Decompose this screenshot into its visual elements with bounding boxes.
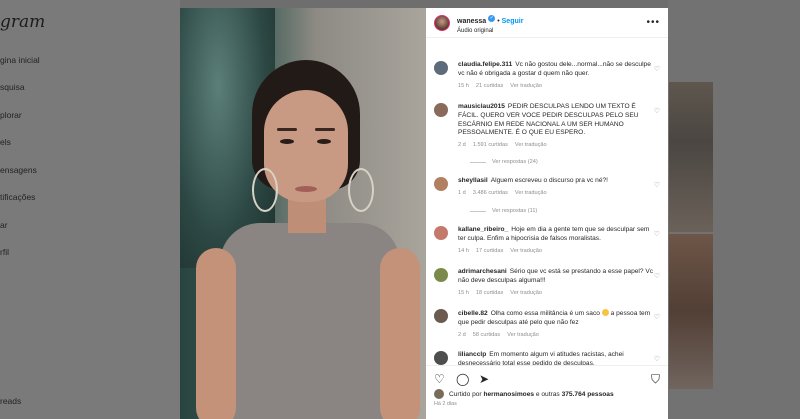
nav-search[interactable]: squisa [0, 82, 25, 92]
author-username[interactable]: wanessa [457, 18, 486, 25]
likes-count[interactable]: 375.764 pessoas [562, 391, 614, 398]
comment: claudia.felipe.311 Vc não gostou dele...n… [434, 61, 660, 90]
comment-time: 15 h [458, 82, 469, 89]
comment-likes[interactable]: 18 curtidas [476, 290, 503, 296]
bookmark-icon[interactable]: ⛉ [651, 372, 660, 387]
comment: sheyllasil Alguem escreveu o discurso pra… [434, 177, 660, 198]
gray-top [220, 223, 400, 419]
comments-panel: wanessa ✓ • Seguir Áudio original ••• claud… [426, 8, 668, 419]
translate-link[interactable]: Ver tradução [510, 248, 542, 254]
translate-link[interactable]: Ver tradução [510, 83, 542, 89]
liked-by-mid: e outras [535, 390, 560, 398]
earring [348, 168, 374, 212]
heart-icon[interactable]: ♡ [434, 372, 445, 386]
avatar[interactable] [434, 61, 448, 75]
liker-avatar[interactable] [434, 389, 444, 399]
comment: liliancclp Em momento algum vi atitudes r… [434, 351, 660, 365]
nav-explore[interactable]: plorar [0, 110, 22, 120]
separator-dot: • [497, 17, 500, 25]
avatar[interactable] [434, 226, 448, 240]
comment-username[interactable]: cibelle.82 [458, 310, 488, 317]
face-emoji-icon [601, 309, 609, 316]
like-comment-icon[interactable]: ♡ [654, 181, 660, 189]
post-actions: ♡ ◯ ➤ ⛉ Curtido por hermanosimoes e outr… [426, 365, 668, 419]
like-comment-icon[interactable]: ♡ [654, 230, 660, 238]
comment-time: 2 d [458, 142, 466, 149]
liked-by: Curtido por hermanosimoes e outras 375.7… [434, 389, 614, 399]
avatar[interactable] [434, 309, 448, 323]
earring [252, 168, 278, 212]
view-replies-button[interactable]: Ver respostas (11) [470, 208, 537, 214]
background-thumbnail[interactable] [669, 234, 713, 389]
comment-time: 2 d [458, 331, 466, 338]
translate-link[interactable]: Ver tradução [515, 190, 547, 196]
nav-reels[interactable]: els [0, 137, 11, 147]
translate-link[interactable]: Ver tradução [507, 332, 539, 338]
comment-likes[interactable]: 58 curtidas [473, 332, 500, 338]
nav-create[interactable]: ar [0, 220, 8, 230]
avatar[interactable] [434, 103, 448, 117]
comment-likes[interactable]: 21 curtidas [476, 83, 503, 89]
comment-icon[interactable]: ◯ [456, 372, 469, 386]
background-sidebar: gram gina inicial squisa plorar els ensa… [0, 0, 180, 419]
like-comment-icon[interactable]: ♡ [654, 355, 660, 363]
comment-username[interactable]: mausiclau2015 [458, 103, 505, 110]
view-replies-label: Ver respostas (11) [492, 208, 538, 214]
nav-home[interactable]: gina inicial [0, 55, 40, 65]
comment-likes[interactable]: 1.591 curtidas [473, 142, 508, 148]
view-replies-button[interactable]: Ver respostas (24) [470, 159, 538, 165]
audio-link[interactable]: Áudio original [457, 28, 523, 35]
comment: adrimarchesani Sério que vc está se prest… [434, 268, 660, 297]
comment-likes[interactable]: 17 curtidas [476, 248, 503, 254]
comment-username[interactable]: kallane_ribeiro_ [458, 226, 508, 233]
comment: kallane_ribeiro_ Hoje em dia a gente tem … [434, 226, 660, 255]
like-comment-icon[interactable]: ♡ [654, 107, 660, 115]
nav-profile[interactable]: rfil [0, 247, 9, 257]
more-options-icon[interactable]: ••• [646, 17, 660, 28]
instagram-logo: gram [0, 12, 46, 32]
comment: cibelle.82 Olha como essa militância é um… [434, 309, 660, 339]
comment-time: 1 d [458, 189, 466, 196]
translate-link[interactable]: Ver tradução [515, 142, 547, 148]
follow-button[interactable]: Seguir [502, 18, 524, 25]
post-header: wanessa ✓ • Seguir Áudio original ••• [426, 8, 668, 38]
comment-text: Olha como essa militância é um saco [490, 310, 600, 317]
author-avatar[interactable] [434, 14, 450, 31]
comment: mausiclau2015 PEDIR DESCULPAS LENDO UM TE… [434, 103, 660, 150]
avatar[interactable] [434, 268, 448, 282]
comment-likes[interactable]: 3.486 curtidas [473, 190, 508, 196]
post-modal: wanessa ✓ • Seguir Áudio original ••• claud… [180, 8, 668, 419]
like-comment-icon[interactable]: ♡ [654, 65, 660, 73]
comment-time: 15 h [458, 289, 469, 296]
verified-icon: ✓ [488, 15, 496, 23]
nav-notifications[interactable]: tificações [0, 192, 35, 202]
like-comment-icon[interactable]: ♡ [654, 272, 660, 280]
avatar[interactable] [434, 351, 448, 365]
nav-threads[interactable]: reads [0, 396, 21, 406]
background-thumbnail[interactable] [669, 82, 713, 232]
comment-username[interactable]: sheyllasil [458, 177, 488, 184]
like-comment-icon[interactable]: ♡ [654, 313, 660, 321]
comment-username[interactable]: adrimarchesani [458, 268, 507, 275]
comment-username[interactable]: claudia.felipe.311 [458, 61, 512, 68]
liked-by-prefix: Curtido por [449, 390, 482, 398]
translate-link[interactable]: Ver tradução [510, 290, 542, 296]
liker-username[interactable]: hermanosimoes [483, 391, 534, 398]
comments-list[interactable]: claudia.felipe.311 Vc não gostou dele...n… [426, 53, 668, 365]
nav-messages[interactable]: ensagens [0, 165, 37, 175]
comment-username[interactable]: liliancclp [458, 351, 486, 358]
comment-time: 14 h [458, 247, 469, 254]
share-icon[interactable]: ➤ [479, 372, 489, 386]
view-replies-label: Ver respostas (24) [492, 159, 538, 165]
video-player[interactable] [180, 8, 426, 419]
avatar[interactable] [434, 177, 448, 191]
comment-text: Alguem escreveu o discurso pra vc né?! [490, 177, 608, 184]
post-timestamp: Há 2 dias [434, 401, 457, 407]
